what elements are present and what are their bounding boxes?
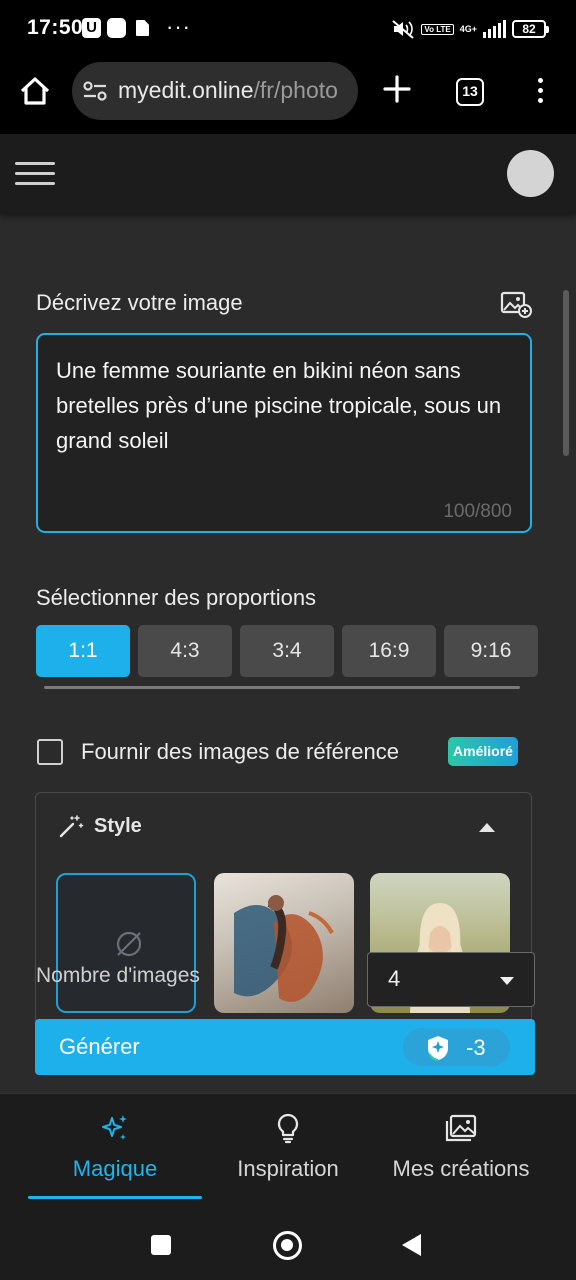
home-button[interactable] [273,1231,302,1260]
menu-icon[interactable] [15,162,55,186]
status-time: 17:50 [27,16,84,39]
nav-label-mes-creations: Mes créations [392,1156,530,1181]
address-bar[interactable]: myedit.online/fr/photo [72,62,358,120]
volte-icon: Vo LTE [421,23,454,35]
nav-label-inspiration: Inspiration [237,1156,339,1181]
sparkles-icon [102,1115,127,1140]
ratio-option-9-16[interactable]: 9:16 [444,625,538,677]
active-tab-indicator [28,1196,202,1199]
ratio-selector: 1:1 4:3 3:4 16:9 9:16 [36,625,538,677]
image-count-label: Nombre d'images [36,964,200,987]
home-icon[interactable] [18,74,52,108]
chevron-down-icon [500,977,514,985]
ratio-option-4-3[interactable]: 4:3 [138,625,232,677]
image-count-select[interactable]: 4 [367,952,535,1007]
ratio-scrollbar[interactable] [44,686,520,689]
app-header [0,134,576,214]
recents-button[interactable] [151,1235,171,1255]
prompt-textarea[interactable]: Une femme souriante en bikini néon sans … [36,333,532,533]
tab-switcher-button[interactable]: 13 [456,78,484,106]
mute-icon [392,20,415,39]
ratio-heading: Sélectionner des proportions [36,585,317,610]
generate-label: Générer [59,1034,140,1059]
url-host: myedit.online [118,77,254,103]
enhanced-badge: Amélioré [448,737,518,766]
lightbulb-icon [277,1113,299,1144]
url-path: /fr/photo [253,77,338,103]
collapse-caret-icon[interactable] [479,823,495,832]
network-type: 4G+ [459,24,477,34]
site-settings-icon[interactable] [82,80,108,102]
more-notifications-icon: ··· [166,14,191,39]
new-tab-icon[interactable] [382,74,412,104]
no-style-icon [116,931,142,957]
system-navigation [0,1201,576,1280]
bottom-navigation: Magique Inspiration Mes créations [0,1093,576,1201]
reference-images-checkbox[interactable] [37,739,63,765]
notification-u-icon: U [82,18,101,38]
style-option-none[interactable] [56,873,196,1013]
notification-square-icon [107,18,126,38]
browser-toolbar: myedit.online/fr/photo 13 [0,58,576,134]
status-bar: 17:50 U ··· Vo LTE 4G+ 82 [0,0,576,58]
reference-images-label[interactable]: Fournir des images de référence [81,739,399,765]
prompt-heading: Décrivez votre image [36,290,243,315]
nav-magique[interactable]: Magique [28,1094,202,1199]
status-indicators: Vo LTE 4G+ 82 [391,18,549,40]
image-count-value: 4 [388,966,401,991]
image-upload-icon[interactable] [500,290,532,318]
magic-wand-icon [59,815,84,838]
ratio-option-3-4[interactable]: 3:4 [240,625,334,677]
prompt-char-counter: 100/800 [443,501,512,522]
nav-label-magique: Magique [72,1156,158,1181]
prompt-text[interactable]: Une femme souriante en bikini néon sans … [56,353,518,458]
battery-icon: 82 [512,20,549,38]
browser-menu-icon[interactable] [532,78,548,106]
style-art-preview [234,895,334,1002]
credit-cost: -3 [403,1028,510,1066]
ratio-option-16-9[interactable]: 16:9 [342,625,436,677]
credit-cost-value: -3 [466,1035,486,1060]
ratio-option-1-1[interactable]: 1:1 [36,625,130,677]
style-option-art[interactable] [214,873,354,1013]
style-title: Style [94,815,142,837]
avatar[interactable] [507,150,554,197]
signal-icon [483,20,506,38]
nav-inspiration[interactable]: Inspiration [212,1094,364,1199]
images-icon [445,1114,477,1142]
notification-document-icon [136,20,149,36]
nav-mes-creations[interactable]: Mes créations [372,1094,550,1199]
url-text[interactable]: myedit.online/fr/photo [118,77,338,104]
page-scrollbar[interactable] [563,290,569,456]
credit-shield-icon [428,1036,448,1062]
back-button[interactable] [402,1234,421,1256]
generate-button[interactable]: Générer -3 [35,1019,535,1075]
